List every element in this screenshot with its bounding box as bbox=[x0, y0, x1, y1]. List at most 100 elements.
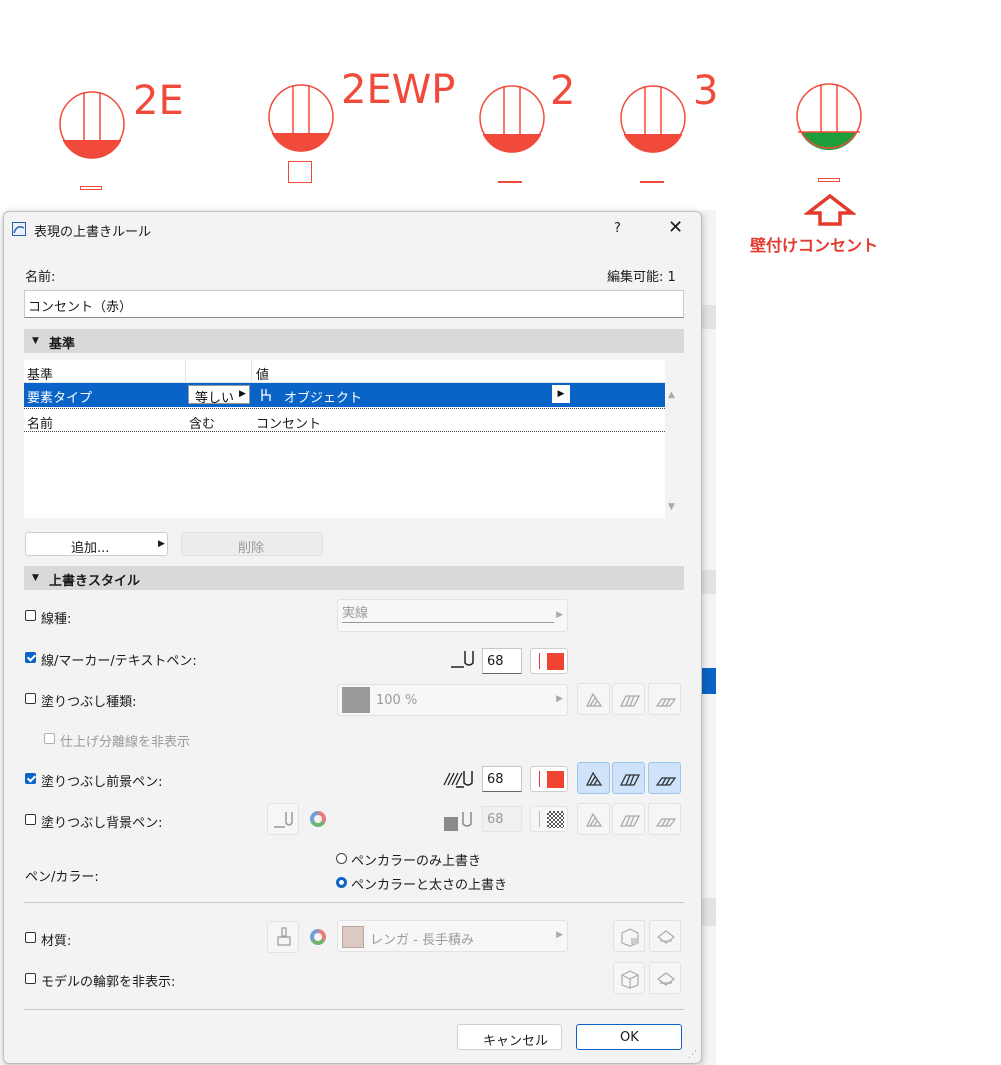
line-type-checkbox[interactable] bbox=[25, 610, 36, 621]
hide-contour-label: モデルの輪郭を非表示: bbox=[41, 975, 176, 990]
radio-pen-weight[interactable] bbox=[336, 877, 347, 888]
row-criterion: 名前 bbox=[27, 417, 54, 432]
value-picker-arrow-icon[interactable]: ▶ bbox=[552, 385, 570, 403]
hatch-pen-icon bbox=[443, 771, 473, 788]
outlet-mark-2e bbox=[80, 186, 102, 190]
drafting-fill-bg-toggle-icon[interactable] bbox=[648, 803, 681, 835]
add-button[interactable]: 追加... ▶ bbox=[25, 532, 168, 556]
wall-outlet-note: 壁付けコンセント bbox=[750, 236, 879, 255]
divider bbox=[24, 1009, 684, 1010]
override-rule-dialog: 表現の上書きルール ? ✕ 名前: 編集可能: 1 コンセント（赤） ▼ 基準 … bbox=[3, 211, 702, 1064]
fill-type-dropdown[interactable]: 100 % ▶ bbox=[337, 684, 568, 716]
row-operator: 含む bbox=[189, 417, 216, 432]
radio-pen-weight-label[interactable]: ペンカラーと太さの上書き bbox=[351, 874, 507, 893]
outlet-mark-3 bbox=[640, 181, 664, 183]
background-window-edge bbox=[700, 210, 716, 1065]
surface-material-icon[interactable] bbox=[613, 920, 645, 952]
arrow-up-icon bbox=[804, 193, 856, 226]
line-pen-number[interactable]: 68 bbox=[482, 648, 522, 674]
outlet-mark-wall bbox=[818, 178, 840, 182]
color-wheel-icon[interactable] bbox=[310, 929, 326, 945]
color-wheel-icon[interactable] bbox=[310, 811, 326, 827]
delete-button[interactable]: 削除 bbox=[181, 532, 323, 556]
title-bar[interactable]: 表現の上書きルール ? ✕ bbox=[4, 212, 701, 246]
fill-swatch bbox=[342, 687, 370, 713]
cut-fill-fg-toggle-icon[interactable] bbox=[577, 762, 610, 794]
fill-bg-checkbox[interactable] bbox=[25, 814, 36, 825]
help-button[interactable]: ? bbox=[614, 221, 621, 236]
label-2e: 2E bbox=[133, 78, 184, 124]
line-type-value: 実線 bbox=[342, 606, 369, 621]
collapse-triangle-icon: ▼ bbox=[32, 336, 39, 346]
drafting-fill-fg-toggle-icon[interactable] bbox=[648, 762, 681, 794]
resize-grip-icon[interactable]: ⋰ bbox=[688, 1050, 697, 1060]
operator-dropdown[interactable]: 等しい ▶ bbox=[188, 385, 250, 406]
table-header: 基準 値 bbox=[24, 360, 665, 383]
radio-pen-only-label[interactable]: ペンカラーのみ上書き bbox=[351, 850, 481, 869]
name-label: 名前: bbox=[25, 270, 56, 285]
name-field-value: コンセント（赤） bbox=[28, 300, 133, 315]
name-field[interactable]: コンセント（赤） bbox=[24, 290, 684, 318]
cancel-button-label: キャンセル bbox=[483, 1034, 549, 1049]
label-2: 2 bbox=[550, 68, 576, 114]
override-section-title: 上書きスタイル bbox=[49, 574, 141, 589]
table-row[interactable]: 要素タイプ 等しい ▶ オブジェクト ▶ bbox=[24, 383, 665, 407]
cover-fill-fg-toggle-icon[interactable] bbox=[612, 762, 645, 794]
scroll-up-icon[interactable]: ▲ bbox=[668, 390, 675, 400]
outlet-mark-2 bbox=[498, 181, 522, 183]
cover-fill-toggle-icon[interactable] bbox=[612, 683, 645, 715]
pen-picker-icon[interactable] bbox=[267, 803, 299, 835]
table-row[interactable]: 名前 含む コンセント bbox=[24, 408, 665, 432]
cover-fill-bg-toggle-icon[interactable] bbox=[612, 803, 645, 835]
dropdown-arrow-icon: ▶ bbox=[239, 389, 246, 399]
line-pen-label: 線/マーカー/テキストペン: bbox=[41, 654, 197, 669]
outlet-mark-2ewp bbox=[288, 161, 312, 183]
eyedropper-material-icon[interactable] bbox=[649, 920, 681, 952]
dialog-title: 表現の上書きルール bbox=[34, 225, 152, 240]
fill-bg-pen-number[interactable]: 68 bbox=[482, 806, 522, 832]
hide-finish-checkbox[interactable] bbox=[44, 733, 55, 744]
dropdown-arrow-icon: ▶ bbox=[556, 609, 563, 620]
material-swatch bbox=[342, 926, 364, 948]
line-sample bbox=[342, 622, 554, 623]
cancel-button[interactable]: キャンセル bbox=[457, 1024, 562, 1050]
object-chair-icon bbox=[261, 389, 271, 401]
fill-type-checkbox[interactable] bbox=[25, 693, 36, 704]
submenu-arrow-icon: ▶ bbox=[158, 539, 165, 549]
fill-fg-pen-number[interactable]: 68 bbox=[482, 766, 522, 792]
hide-contour-checkbox[interactable] bbox=[25, 973, 36, 984]
drafting-fill-toggle-icon[interactable] bbox=[648, 683, 681, 715]
line-pen-color-button[interactable] bbox=[530, 648, 568, 674]
scroll-down-icon[interactable]: ▼ bbox=[668, 502, 675, 512]
outlet-symbol-2ewp bbox=[268, 84, 334, 152]
criteria-section-header[interactable]: ▼ 基準 bbox=[24, 329, 684, 353]
cut-fill-bg-toggle-icon[interactable] bbox=[577, 803, 610, 835]
add-button-label: 追加... bbox=[71, 541, 110, 556]
delete-button-label: 削除 bbox=[238, 541, 265, 556]
column-value[interactable]: 値 bbox=[256, 364, 269, 383]
fill-bg-color-button[interactable] bbox=[530, 806, 568, 832]
pen-icon bbox=[451, 651, 474, 668]
pen-icon-dim bbox=[462, 812, 472, 827]
fill-fg-checkbox[interactable] bbox=[25, 773, 36, 784]
contour-box-icon[interactable] bbox=[613, 962, 645, 994]
override-section-header[interactable]: ▼ 上書きスタイル bbox=[24, 566, 684, 590]
paint-brush-icon[interactable] bbox=[267, 921, 299, 953]
material-checkbox[interactable] bbox=[25, 932, 36, 943]
close-button[interactable]: ✕ bbox=[668, 217, 683, 238]
line-type-dropdown[interactable]: 実線 ▶ bbox=[337, 599, 568, 632]
fill-fg-color-button[interactable] bbox=[530, 766, 568, 792]
radio-pen-only[interactable] bbox=[336, 853, 347, 864]
hide-finish-label: 仕上げ分離線を非表示 bbox=[60, 735, 191, 750]
cut-fill-toggle-icon[interactable] bbox=[577, 683, 610, 715]
material-dropdown[interactable]: レンガ - 長手積み ▶ bbox=[337, 920, 568, 952]
contour-surface-icon[interactable] bbox=[649, 962, 681, 994]
line-pen-checkbox[interactable] bbox=[25, 652, 36, 663]
label-3: 3 bbox=[693, 68, 719, 114]
editable-count: 編集可能: 1 bbox=[607, 270, 676, 285]
column-criterion[interactable]: 基準 bbox=[27, 364, 53, 383]
ok-button[interactable]: OK bbox=[576, 1024, 682, 1050]
dropdown-arrow-icon: ▶ bbox=[556, 694, 563, 704]
material-value: レンガ - 長手積み bbox=[370, 933, 474, 948]
line-type-label: 線種: bbox=[41, 612, 72, 627]
